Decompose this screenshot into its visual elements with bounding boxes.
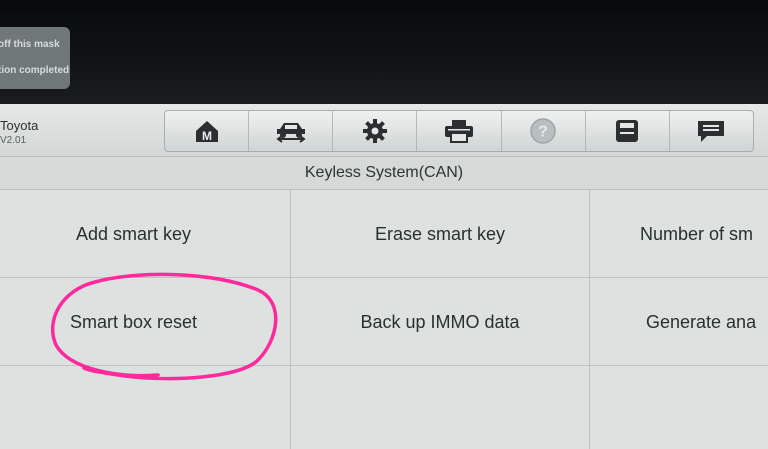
diagnostic-screen: Toyota V2.01 M ? Keyless System(CAN) Add… [0,104,768,449]
settings-button[interactable] [333,111,418,151]
save-button[interactable] [586,111,670,151]
message-button[interactable] [670,111,753,151]
vehicle-swap-button[interactable] [249,111,334,151]
printer-icon [444,120,473,143]
notification-line-2: tion completed [0,65,70,76]
device-bezel: off this mask tion completed [0,0,768,104]
help-button[interactable]: ? [502,111,586,151]
notification-toast: off this mask tion completed [0,27,70,89]
save-icon [616,120,639,142]
software-version: V2.01 [0,135,27,146]
back-up-immo-data-button[interactable]: Back up IMMO data [291,278,590,366]
empty-cell [0,366,291,449]
home-icon: M [195,121,218,143]
notification-line-1: off this mask [0,39,60,50]
page-title: Keyless System(CAN) [0,157,768,190]
generate-analysis-button[interactable]: Generate ana [590,278,768,366]
print-button[interactable] [417,111,502,151]
toolbar: M ? [164,110,754,152]
empty-cell [291,366,590,449]
top-bar: Toyota V2.01 M ? [0,104,768,157]
gear-icon [362,119,387,143]
vehicle-swap-icon [276,123,306,143]
add-smart-key-button[interactable]: Add smart key [0,190,291,278]
number-of-smart-keys-button[interactable]: Number of sm [590,190,768,278]
vehicle-make: Toyota [0,118,39,133]
svg-text:?: ? [538,124,548,141]
home-button[interactable]: M [165,111,250,151]
function-grid: Add smart key Erase smart key Number of … [0,190,768,449]
message-icon [698,121,725,142]
help-icon: ? [530,118,556,144]
smart-box-reset-button[interactable]: Smart box reset [0,278,291,366]
empty-cell [590,366,768,449]
svg-text:M: M [202,129,212,143]
vehicle-info: Toyota V2.01 [0,118,38,146]
erase-smart-key-button[interactable]: Erase smart key [291,190,590,278]
